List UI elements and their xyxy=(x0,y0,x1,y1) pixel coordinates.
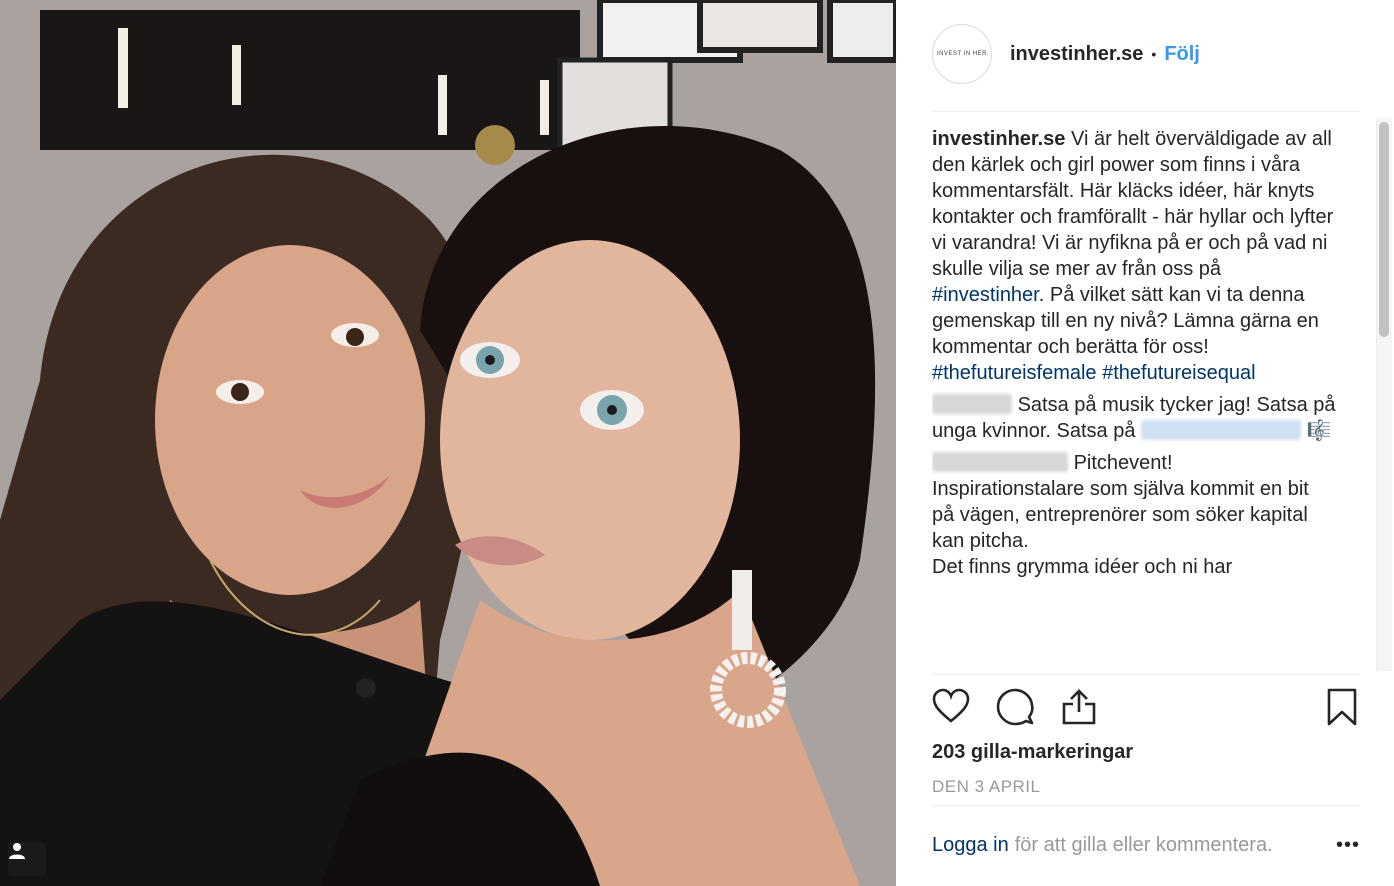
login-prompt: Logga in för att gilla eller kommentera.… xyxy=(932,834,1360,857)
share-icon[interactable] xyxy=(1060,688,1100,728)
blurred-username xyxy=(932,394,1012,414)
blurred-username xyxy=(932,452,1068,472)
bookmark-icon[interactable] xyxy=(1326,688,1366,728)
hashtag-thefutureisequal[interactable]: #thefutureisequal xyxy=(1102,362,1255,384)
header-separator: • xyxy=(1151,46,1157,62)
comments-list[interactable]: investinher.se Vi är helt överväldigade … xyxy=(932,126,1336,671)
login-rest-text: för att gilla eller kommentera. xyxy=(1014,834,1273,856)
post-photo xyxy=(0,0,896,886)
caption-username[interactable]: investinher.se xyxy=(932,128,1065,150)
post-date[interactable]: DEN 3 APRIL xyxy=(932,777,1041,797)
comment-text-3: Det finns grymma idéer och ni har xyxy=(932,556,1233,578)
actions-divider xyxy=(932,674,1360,675)
heart-icon[interactable] xyxy=(932,688,972,728)
hashtag-investinher[interactable]: #investinher xyxy=(932,284,1039,306)
comment-icon[interactable] xyxy=(996,688,1036,728)
comment-item: Pitchevent! Inspirationstalare som själv… xyxy=(932,450,1336,580)
likes-count[interactable]: 203 gilla-markeringar xyxy=(932,741,1133,764)
music-emoji: 🎼 xyxy=(1306,420,1332,442)
caption-text-1: Vi är helt överväldigade av all den kärl… xyxy=(932,128,1334,280)
more-options-icon[interactable]: ••• xyxy=(1336,834,1360,857)
comment-text-2: Inspirationstalare som själva kommit en … xyxy=(932,478,1309,552)
scrollbar-thumb[interactable] xyxy=(1379,122,1389,337)
post-header: INVEST IN HER investinher.se • Följ xyxy=(932,24,1200,84)
header-divider xyxy=(932,111,1360,112)
login-link[interactable]: Logga in xyxy=(932,834,1009,857)
comment-text-1: Pitchevent! xyxy=(1073,452,1173,474)
comment-item: Satsa på musik tycker jag! Satsa på unga… xyxy=(932,392,1336,444)
header-username[interactable]: investinher.se xyxy=(1010,43,1143,66)
hashtag-thefutureisfemale[interactable]: #thefutureisfemale xyxy=(932,362,1097,384)
avatar-logo-text: INVEST IN HER xyxy=(936,51,988,57)
caption: investinher.se Vi är helt överväldigade … xyxy=(932,126,1336,386)
avatar[interactable]: INVEST IN HER xyxy=(932,24,992,84)
action-bar xyxy=(932,688,1360,732)
selfie-illustration xyxy=(0,0,896,886)
footer-divider xyxy=(932,805,1360,806)
post-panel: INVEST IN HER investinher.se • Följ inve… xyxy=(896,0,1394,886)
blurred-mention xyxy=(1141,420,1302,440)
tagged-user-icon[interactable] xyxy=(8,842,46,876)
follow-button[interactable]: Följ xyxy=(1164,43,1200,66)
